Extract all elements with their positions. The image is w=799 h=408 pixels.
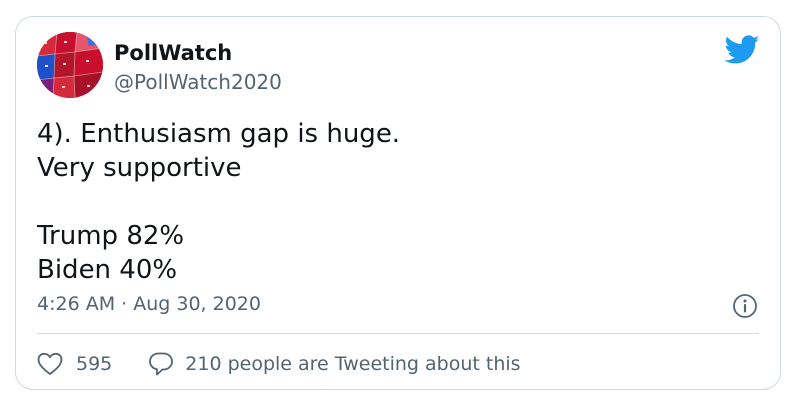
divider	[37, 333, 759, 334]
tweet-timestamp[interactable]: 4:26 AM · Aug 30, 2020	[37, 292, 261, 316]
twitter-bird-icon[interactable]	[724, 35, 760, 65]
heart-icon	[37, 352, 63, 376]
speech-bubble-icon	[148, 351, 174, 377]
tweet-text: 4). Enthusiasm gap is huge. Very support…	[37, 117, 737, 287]
like-button[interactable]: 595	[37, 352, 112, 376]
tweet-text-line: Trump 82%	[37, 221, 185, 251]
tweet-text-line	[37, 185, 737, 219]
author-handle[interactable]: @PollWatch2020	[114, 70, 282, 94]
reply-button[interactable]: 210 people are Tweeting about this	[148, 351, 521, 377]
electoral-map-icon	[37, 32, 103, 98]
tweet-text-line: Biden 40%	[37, 255, 178, 285]
info-icon[interactable]	[732, 293, 758, 319]
tweet-text-line: Very supportive	[37, 153, 242, 183]
avatar[interactable]	[37, 32, 103, 98]
like-count: 595	[76, 353, 113, 375]
tweet-text-line: 4). Enthusiasm gap is huge.	[37, 119, 401, 149]
tweet-actions: 595 210 people are Tweeting about this	[37, 350, 521, 378]
tweeting-about-text: 210 people are Tweeting about this	[185, 353, 521, 375]
author-display-name[interactable]: PollWatch	[114, 41, 232, 65]
tweet-card: PollWatch @PollWatch2020 4). Enthusiasm …	[15, 16, 781, 390]
